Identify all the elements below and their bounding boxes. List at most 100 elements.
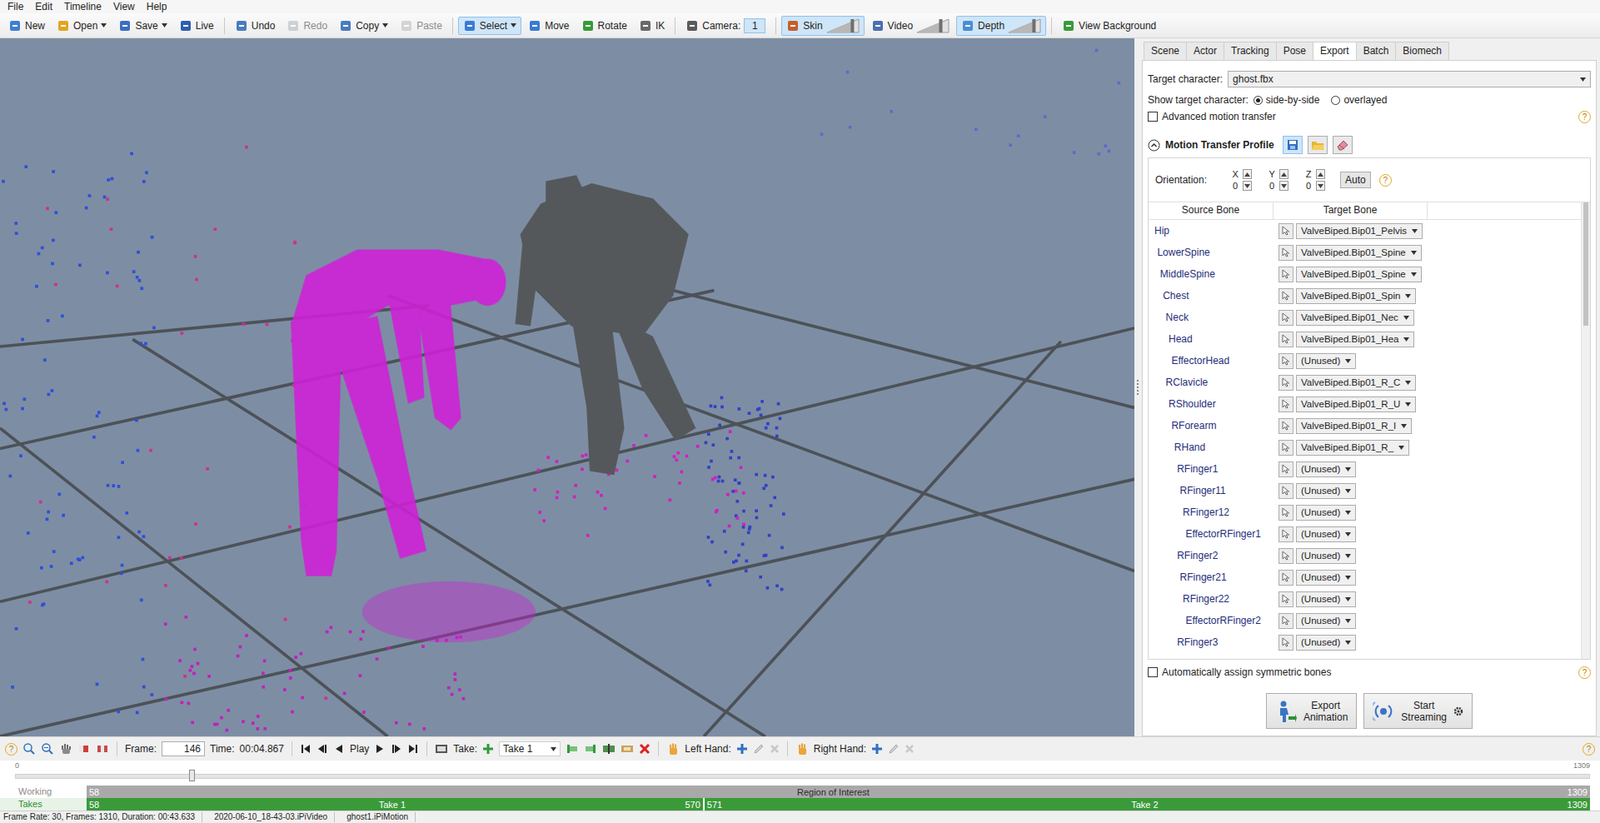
help-button[interactable]: ? [1578, 110, 1591, 124]
toolbar-button[interactable]: Rotate [576, 16, 633, 35]
target-bone-select[interactable]: (Unused) [1295, 526, 1356, 543]
bone-row[interactable]: RForearmValveBiped.Bip01_R_I [1148, 414, 1581, 437]
tab[interactable]: Tracking [1223, 41, 1277, 60]
next-frame-icon[interactable] [390, 742, 403, 755]
previous-frame-icon[interactable] [316, 742, 329, 755]
take-start-icon[interactable] [565, 742, 579, 756]
play-backward-icon[interactable] [333, 742, 345, 755]
target-character-select[interactable]: ghost.fbx [1227, 70, 1591, 88]
bone-picker-button[interactable] [1278, 548, 1294, 564]
take-split-icon[interactable] [602, 742, 616, 756]
marker-flag-icon[interactable] [77, 742, 91, 756]
opacity-slider[interactable] [916, 18, 950, 34]
add-plus-icon[interactable] [482, 742, 494, 755]
bone-picker-button[interactable] [1278, 353, 1294, 369]
save-profile-button[interactable] [1282, 135, 1303, 155]
target-character-figure[interactable] [515, 174, 697, 475]
bone-picker-button[interactable] [1278, 288, 1294, 305]
bone-row[interactable]: HipValveBiped.Bip01_Pelvis [1148, 219, 1581, 242]
toolbar-button[interactable]: Move [523, 16, 574, 35]
bone-picker-button[interactable] [1278, 331, 1294, 348]
bone-row[interactable]: EffectorHead(Unused) [1148, 349, 1581, 372]
action-button[interactable]: StartStreaming [1363, 692, 1473, 729]
target-bone-select[interactable]: ValveBiped.Bip01_Spine [1295, 266, 1422, 283]
toolbar-button[interactable]: Camera:1 [680, 15, 771, 36]
bone-row[interactable]: EffectorRFinger1(Unused) [1148, 523, 1581, 545]
frame-field[interactable]: 146 [161, 741, 205, 757]
spin-up-button[interactable] [1279, 169, 1289, 180]
radio-button[interactable] [1330, 95, 1341, 105]
axis-value[interactable]: 0 [1305, 179, 1311, 192]
bone-picker-button[interactable] [1278, 613, 1294, 629]
delete-x-icon[interactable] [904, 743, 915, 754]
bone-row[interactable]: RHandValveBiped.Bip01_R_ [1148, 436, 1581, 459]
menu-item[interactable]: Timeline [58, 0, 108, 14]
bone-picker-button[interactable] [1278, 266, 1294, 283]
spin-up-button[interactable] [1242, 169, 1252, 180]
target-bone-select[interactable]: (Unused) [1295, 569, 1356, 586]
clear-profile-button[interactable] [1332, 135, 1353, 155]
last-frame-icon[interactable] [407, 742, 419, 755]
take-segment[interactable]: 58Take 1570 [86, 797, 703, 811]
bone-row[interactable]: RClavicleValveBiped.Bip01_R_C [1148, 371, 1581, 394]
target-bone-select[interactable]: (Unused) [1295, 461, 1356, 478]
bone-row[interactable]: RFinger2(Unused) [1148, 544, 1581, 567]
target-bone-select[interactable]: (Unused) [1295, 613, 1356, 629]
edit-pencil-icon[interactable] [752, 742, 765, 755]
bone-row[interactable]: RShoulderValveBiped.Bip01_R_U [1148, 393, 1581, 415]
tab[interactable]: Scene [1143, 41, 1187, 60]
opacity-slider[interactable] [1007, 18, 1042, 34]
timeline-slider[interactable]: 01309 [0, 760, 1600, 786]
bone-row[interactable]: MiddleSpineValveBiped.Bip01_Spine [1148, 263, 1581, 285]
bone-picker-button[interactable] [1278, 461, 1294, 478]
bone-picker-button[interactable] [1278, 526, 1294, 543]
spin-down-button[interactable] [1242, 180, 1252, 191]
bone-picker-button[interactable] [1278, 374, 1294, 391]
auto-orientation-button[interactable]: Auto [1340, 171, 1371, 189]
help-button[interactable]: ? [1578, 666, 1591, 679]
toolbar-button[interactable]: Select [458, 16, 522, 35]
load-profile-button[interactable] [1307, 135, 1328, 155]
bone-picker-button[interactable] [1278, 244, 1294, 261]
target-bone-select[interactable]: (Unused) [1295, 591, 1356, 608]
target-bone-select[interactable]: ValveBiped.Bip01_Pelvis [1295, 223, 1423, 240]
bone-picker-button[interactable] [1278, 309, 1294, 326]
edit-pencil-icon[interactable] [887, 742, 900, 755]
bone-picker-button[interactable] [1278, 591, 1294, 608]
pan-hand-icon[interactable] [59, 742, 73, 756]
target-bone-select[interactable]: (Unused) [1295, 634, 1356, 651]
zoom-in-icon[interactable] [22, 742, 36, 756]
bone-row[interactable]: RFinger11(Unused) [1148, 479, 1581, 502]
tab[interactable]: Pose [1276, 41, 1314, 60]
scrollbar-thumb[interactable] [1583, 202, 1589, 326]
menu-item[interactable]: Edit [29, 0, 59, 14]
camera-field[interactable]: 1 [743, 18, 766, 34]
target-bone-select[interactable]: ValveBiped.Bip01_Spin [1295, 288, 1416, 305]
advanced-transfer-checkbox[interactable] [1147, 111, 1158, 122]
axis-value[interactable]: 0 [1269, 179, 1275, 192]
bone-row[interactable]: RFinger22(Unused) [1148, 588, 1581, 610]
take-select[interactable]: Take 1 [498, 741, 561, 757]
panel-splitter[interactable] [1134, 38, 1141, 737]
take-end-icon[interactable] [583, 742, 598, 756]
toolbar-button[interactable]: Undo [229, 16, 281, 35]
target-bone-select[interactable]: ValveBiped.Bip01_Nec [1295, 309, 1415, 326]
toolbar-button[interactable]: Skin [781, 15, 864, 36]
bone-row[interactable]: RFinger21(Unused) [1148, 566, 1581, 589]
help-button[interactable]: ? [1582, 742, 1596, 756]
toolbar-button[interactable]: New [3, 16, 50, 35]
spin-up-button[interactable] [1315, 169, 1326, 180]
toolbar-button[interactable]: View Background [1056, 16, 1162, 35]
toolbar-button[interactable]: Redo [281, 16, 333, 35]
help-button[interactable]: ? [1379, 174, 1392, 187]
menu-item[interactable]: View [107, 0, 141, 14]
collapse-chevron-icon[interactable] [1147, 139, 1161, 152]
target-bone-select[interactable]: (Unused) [1295, 483, 1356, 499]
3d-viewport[interactable] [0, 38, 1135, 737]
timeline-track[interactable] [14, 773, 1591, 779]
region-of-interest-bar[interactable]: 58Region of Interest1309 [86, 785, 1591, 798]
add-plus-icon[interactable] [871, 742, 883, 755]
target-bone-select[interactable]: ValveBiped.Bip01_Spine [1295, 244, 1422, 261]
spin-down-button[interactable] [1315, 180, 1326, 191]
take-merge-icon[interactable] [620, 742, 634, 756]
